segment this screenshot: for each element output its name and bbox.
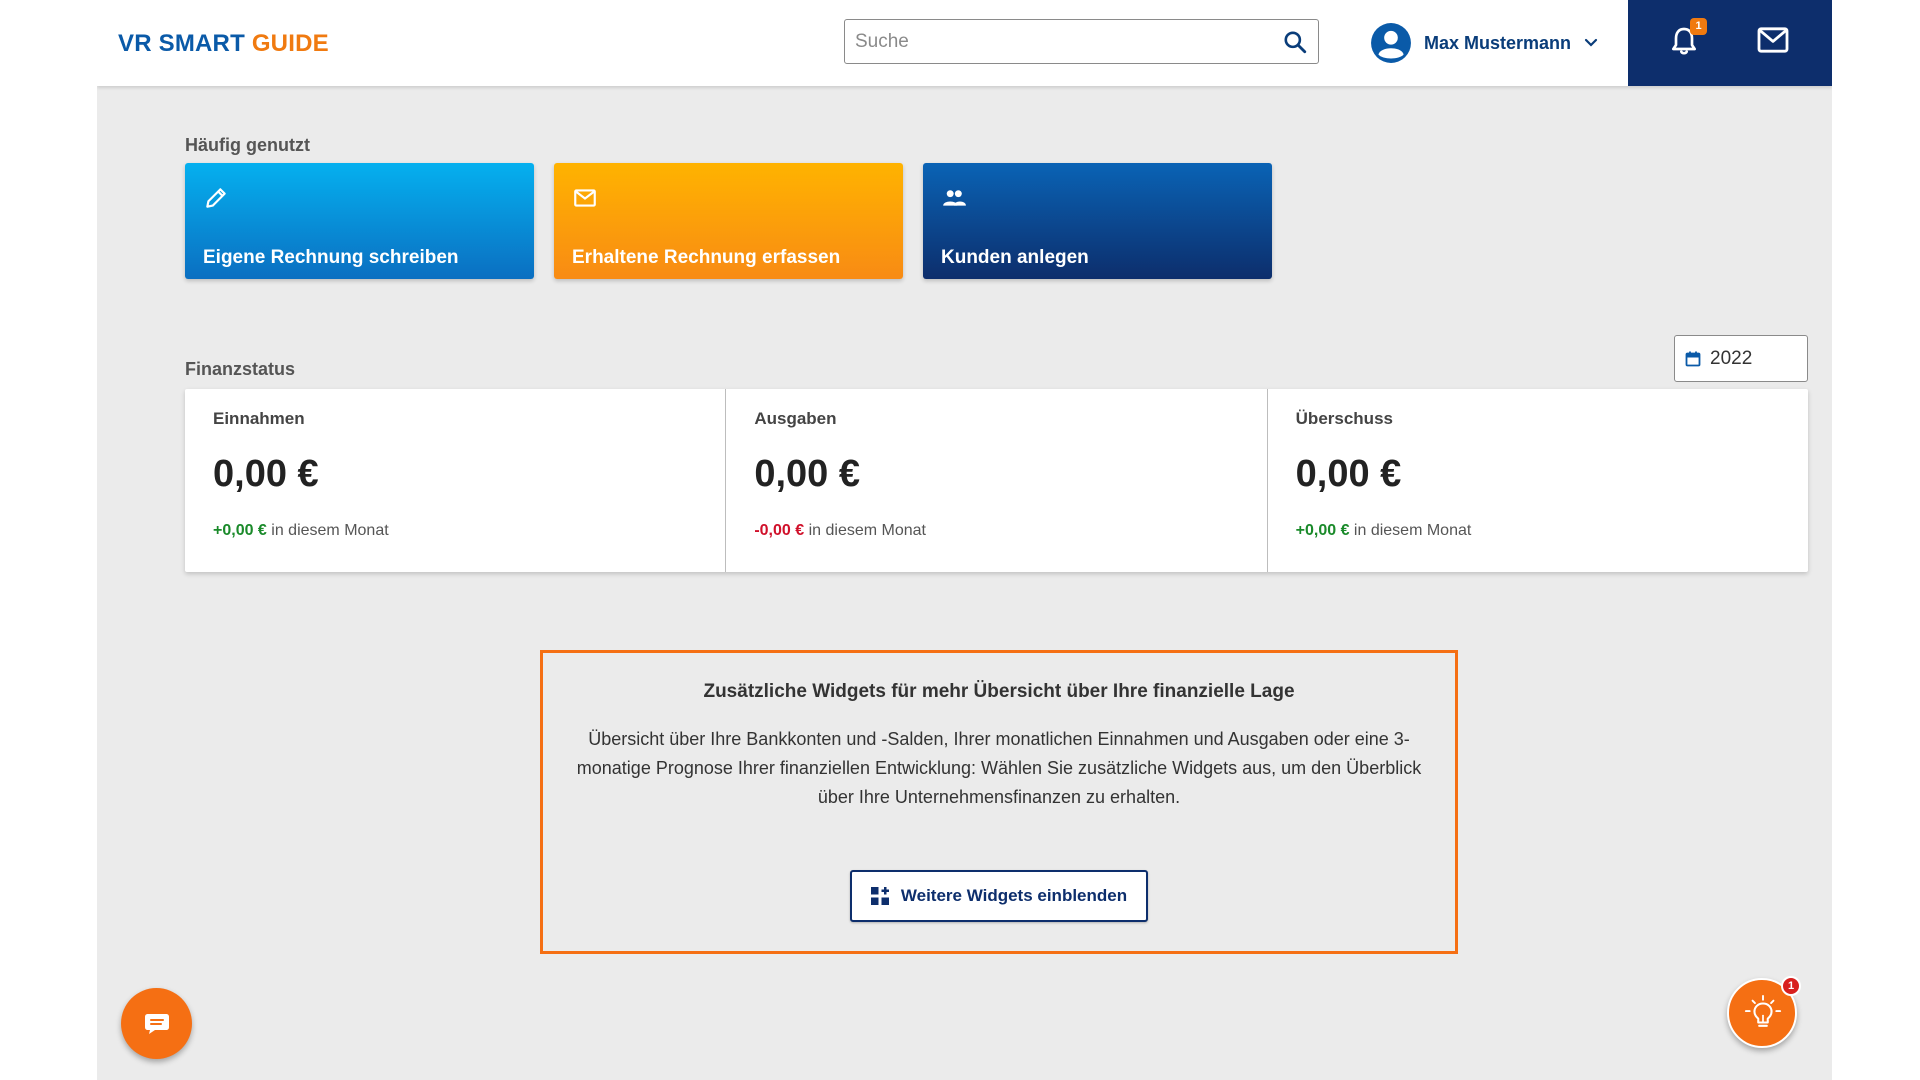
chevron-down-icon xyxy=(1584,38,1598,47)
year-value: 2022 xyxy=(1710,348,1753,369)
tile-create-customer[interactable]: Kunden anlegen xyxy=(923,163,1272,279)
logo-text-guide: GUIDE xyxy=(251,30,329,57)
tips-button[interactable]: 1 xyxy=(1727,976,1801,1048)
notifications-button[interactable]: 1 xyxy=(1668,18,1707,60)
widgets-grid-icon xyxy=(870,887,889,905)
search-input[interactable] xyxy=(845,20,1285,63)
card-delta-line: +0,00 € in diesem Monat xyxy=(213,522,389,540)
delta-suffix: in diesem Monat xyxy=(266,522,389,539)
promo-title: Zusätzliche Widgets für mehr Übersicht ü… xyxy=(703,681,1295,702)
finance-income-card: Einnahmen 0,00 € +0,00 € in diesem Monat xyxy=(185,389,727,572)
mail-icon xyxy=(1757,27,1789,53)
year-picker[interactable]: 2022 xyxy=(1674,335,1808,382)
logo-text-vr-smart: VR SMART xyxy=(118,30,252,57)
lightbulb-icon xyxy=(1744,994,1782,1027)
section-title-frequently-used: Häufig genutzt xyxy=(185,135,310,155)
notification-badge: 1 xyxy=(1690,18,1707,35)
delta-value: +0,00 € xyxy=(1295,522,1350,539)
widgets-promo-box: Zusätzliche Widgets für mehr Übersicht ü… xyxy=(540,650,1458,954)
header-actions: 1 xyxy=(1628,0,1832,86)
finance-expenses-card: Ausgaben 0,00 € -0,00 € in diesem Monat xyxy=(726,389,1268,572)
card-amount: 0,00 € xyxy=(754,453,860,495)
card-amount: 0,00 € xyxy=(213,453,319,495)
delta-suffix: in diesem Monat xyxy=(804,522,926,539)
messages-button[interactable] xyxy=(1756,26,1790,56)
envelope-icon xyxy=(574,189,596,207)
chat-button[interactable] xyxy=(121,988,192,1059)
card-title: Überschuss xyxy=(1295,409,1393,428)
user-menu[interactable]: Max Mustermann xyxy=(1370,22,1599,64)
card-delta-line: -0,00 € in diesem Monat xyxy=(754,522,926,540)
card-title: Ausgaben xyxy=(754,409,837,428)
promo-text: Übersicht über Ihre Bankkonten und -Sald… xyxy=(576,729,1422,807)
card-amount: 0,00 € xyxy=(1295,453,1402,495)
delta-value: +0,00 € xyxy=(213,522,267,539)
tips-badge: 1 xyxy=(1781,976,1801,996)
search-icon[interactable] xyxy=(1282,29,1308,55)
tile-label: Erhaltene Rechnung erfassen xyxy=(572,247,841,268)
button-label: Weitere Widgets einblenden xyxy=(900,886,1128,905)
delta-suffix: in diesem Monat xyxy=(1349,522,1472,539)
finance-surplus-card: Überschuss 0,00 € +0,00 € in diesem Mona… xyxy=(1268,389,1808,572)
pencil-icon xyxy=(206,188,226,208)
people-icon xyxy=(943,190,966,206)
tile-capture-invoice[interactable]: Erhaltene Rechnung erfassen xyxy=(554,163,903,279)
search-box xyxy=(844,19,1319,64)
top-header: VR SMART GUIDE Max Mustermann xyxy=(97,0,1832,86)
card-delta-line: +0,00 € in diesem Monat xyxy=(1296,522,1472,540)
chat-icon xyxy=(145,1014,169,1034)
show-widgets-button[interactable]: Weitere Widgets einblenden xyxy=(850,870,1148,922)
finance-status-panel: Einnahmen 0,00 € +0,00 € in diesem Monat… xyxy=(185,389,1808,572)
delta-value: -0,00 € xyxy=(754,522,805,539)
tile-label: Eigene Rechnung schreiben xyxy=(203,247,459,268)
calendar-icon xyxy=(1685,351,1701,367)
app-logo[interactable]: VR SMART GUIDE xyxy=(118,30,329,58)
card-title: Einnahmen xyxy=(213,409,305,428)
user-name: Max Mustermann xyxy=(1424,32,1572,53)
section-title-finance-status: Finanzstatus xyxy=(185,359,296,379)
avatar-icon xyxy=(1371,23,1411,63)
tile-label: Kunden anlegen xyxy=(941,247,1089,268)
tile-write-invoice[interactable]: Eigene Rechnung schreiben xyxy=(185,163,534,279)
app-canvas: VR SMART GUIDE Max Mustermann xyxy=(97,0,1832,1080)
